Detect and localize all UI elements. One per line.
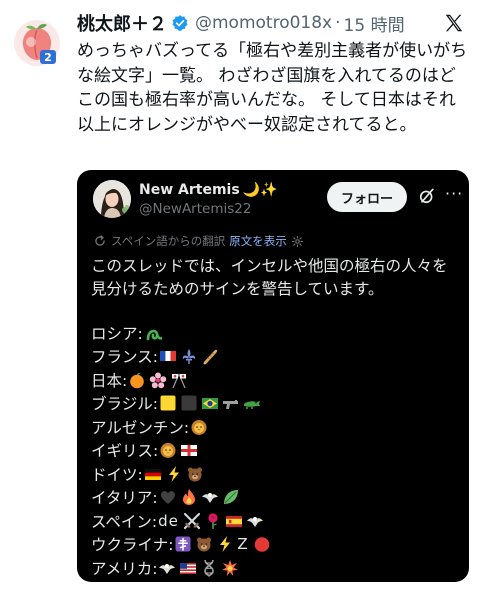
sign-row: ドイツ: <box>91 462 461 486</box>
sign-row: フランス: <box>91 345 461 369</box>
emoji-group <box>159 441 201 459</box>
black-square-emoji <box>180 394 198 412</box>
bear-emoji <box>186 465 204 483</box>
flag-usa-emoji <box>179 559 197 577</box>
flag-france-emoji <box>159 347 177 365</box>
lion-emoji <box>159 441 177 459</box>
lion-emoji <box>190 418 208 436</box>
country-label: イギリス: <box>91 442 159 461</box>
baguette-emoji <box>201 347 219 365</box>
emoji-group <box>159 394 264 412</box>
verified-badge-icon <box>171 14 189 32</box>
yellow-square-emoji <box>159 394 177 412</box>
sign-text-after: Z <box>237 535 249 554</box>
lightning-emoji <box>216 535 234 553</box>
dna-emoji <box>200 559 218 577</box>
bear-emoji <box>195 535 213 553</box>
sign-row: イタリア: <box>91 486 461 510</box>
lightning-emoji <box>165 465 183 483</box>
quoted-tweet-text: このスレッドでは、インセルや他国の極右の人々を見分けるためのサインを警告していま… <box>91 257 448 298</box>
more-options-icon[interactable]: ··· <box>445 184 463 203</box>
gear-icon[interactable] <box>291 235 304 248</box>
leaf-emoji <box>222 488 240 506</box>
peach-avatar-icon: 2 <box>14 20 60 66</box>
quoted-author-name[interactable]: New Artemis 🌙✨ <box>139 182 278 198</box>
crossed-flags-emoji <box>170 371 188 389</box>
crocodile-emoji <box>243 394 261 412</box>
orthodox-cross-emoji <box>174 535 192 553</box>
country-label: ロシア: <box>91 324 143 343</box>
quoted-author-handle[interactable]: @NewArtemis22 <box>139 201 251 217</box>
grok-icon[interactable] <box>417 186 437 206</box>
country-label: ウクライナ: <box>91 536 174 555</box>
sign-row: アルゼンチン: <box>91 415 461 439</box>
moon-sparkle-emoji: 🌙✨ <box>242 182 278 198</box>
emoji-group <box>159 347 222 365</box>
red-circle-emoji <box>253 535 271 553</box>
sign-row: 日本: <box>91 368 461 392</box>
rose-emoji <box>204 512 222 530</box>
country-label: ドイツ: <box>91 465 143 484</box>
flag-spain-emoji <box>225 512 243 530</box>
author-handle[interactable]: @momotro018x <box>195 13 332 33</box>
tweet-header: 桃太郎＋２ @momotro018x · 15 時間 <box>77 10 467 36</box>
emoji-group <box>159 488 243 506</box>
country-label: フランス: <box>91 348 158 367</box>
quoted-tweet-card[interactable]: New Artemis 🌙✨ @NewArtemis22 フォロー ··· スペイ… <box>77 170 469 582</box>
translate-icon <box>93 234 107 248</box>
translated-from-label: スペイン語からの翻訳 <box>111 234 226 248</box>
fire-emoji <box>180 488 198 506</box>
emoji-group: Z <box>174 535 273 553</box>
cherry-blossom-emoji <box>149 371 167 389</box>
portrait-avatar-icon <box>93 180 131 218</box>
show-original-link[interactable]: 原文を表示 <box>229 233 287 249</box>
emoji-group <box>158 559 242 577</box>
black-heart-emoji <box>159 488 177 506</box>
sign-row: イギリス: <box>91 439 461 463</box>
translation-notice: スペイン語からの翻訳 原文を表示 <box>93 233 304 249</box>
sign-row: ウクライナ: Z <box>91 533 461 557</box>
post-time[interactable]: 15 時間 <box>344 11 405 36</box>
sign-row: ブラジル: <box>91 392 461 416</box>
sign-row: スペイン: de <box>91 509 461 533</box>
tweet-text: めっちゃバズってる「極右や差別主義者が使いがちな絵文字」一覧。 わざわざ国旗を入… <box>77 41 468 135</box>
header-separator: · <box>335 13 341 33</box>
pistol-emoji <box>222 394 240 412</box>
country-label: アメリカ: <box>91 559 158 578</box>
tweet: 2 桃太郎＋２ @momotro018x · 15 時間 めっちゃバズってる「極… <box>0 0 480 589</box>
flag-germany-emoji <box>144 465 162 483</box>
crossed-swords-emoji <box>183 512 201 530</box>
emoji-group <box>128 371 191 389</box>
x-logo-icon[interactable] <box>443 12 465 34</box>
author-avatar[interactable]: 2 <box>14 20 60 66</box>
emoji-group <box>144 324 165 342</box>
emoji-group <box>144 465 207 483</box>
avatar-badge-number: 2 <box>44 51 52 64</box>
orange-emoji <box>128 371 146 389</box>
sign-row: アメリカ: <box>91 556 461 580</box>
quoted-author-avatar[interactable] <box>93 180 131 218</box>
flag-england-emoji <box>180 441 198 459</box>
flag-brazil-emoji <box>201 394 219 412</box>
sign-row: ロシア: <box>91 321 461 345</box>
country-sign-list: ロシア: フランス: 日本: ブラジル: アルゼンチン: イギリス: ドイツ: イタリア: スペ… <box>91 321 461 580</box>
country-label: ブラジル: <box>91 395 158 414</box>
emoji-group <box>190 418 211 436</box>
fleur-de-lis-emoji <box>180 347 198 365</box>
country-label: アルゼンチン: <box>91 418 190 437</box>
country-label: スペイン: <box>91 512 158 531</box>
emoji-group: de <box>158 512 267 530</box>
country-label: 日本: <box>91 371 128 390</box>
snake-loop-emoji <box>144 324 162 342</box>
country-label: イタリア: <box>91 489 158 508</box>
sign-text: de <box>158 511 179 530</box>
eagle-emoji <box>201 488 219 506</box>
eagle-emoji <box>246 512 264 530</box>
follow-button[interactable]: フォロー <box>327 182 407 212</box>
explosion-emoji <box>221 559 239 577</box>
eagle-emoji <box>158 559 176 577</box>
author-name[interactable]: 桃太郎＋２ <box>77 10 167 36</box>
